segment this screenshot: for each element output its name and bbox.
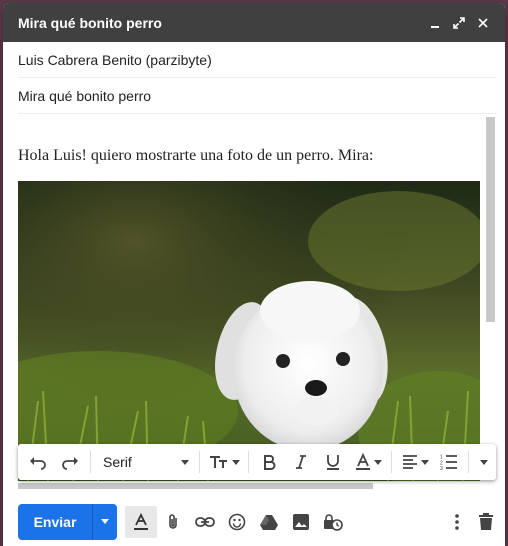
formatting-options-icon[interactable] (125, 505, 157, 538)
font-select-value: Serif (103, 454, 132, 470)
expand-icon[interactable] (447, 11, 471, 35)
chevron-down-icon (420, 459, 429, 465)
photo-icon[interactable] (285, 506, 317, 538)
toolbar-divider (391, 451, 392, 473)
delete-icon[interactable] (471, 506, 501, 538)
horizontal-scrollbar[interactable] (18, 483, 373, 489)
compose-actions-bar: Enviar (3, 497, 505, 546)
undo-icon[interactable] (22, 448, 54, 476)
toolbar-divider (248, 451, 249, 473)
send-options-button[interactable] (92, 503, 117, 540)
italic-icon[interactable] (285, 448, 317, 476)
to-field[interactable]: Luis Cabrera Benito (parzibyte) (18, 42, 497, 78)
chevron-down-icon (231, 459, 240, 465)
message-body[interactable]: Hola Luis! quiero mostrarte una foto de … (3, 115, 505, 489)
drive-icon[interactable] (253, 506, 285, 538)
attach-icon[interactable] (157, 506, 189, 538)
chevron-down-icon (480, 459, 488, 465)
vertical-scrollbar[interactable] (486, 117, 495, 322)
toolbar-divider (199, 451, 200, 473)
toolbar-divider (90, 451, 91, 473)
chevron-down-icon (373, 459, 382, 465)
text-size-icon[interactable] (204, 448, 244, 476)
font-select[interactable]: Serif (95, 448, 195, 476)
dog-photo[interactable] (18, 181, 480, 481)
chevron-down-icon (101, 519, 109, 524)
text-color-icon[interactable] (349, 448, 387, 476)
message-text[interactable]: Hola Luis! quiero mostrarte una foto de … (18, 147, 373, 165)
emoji-icon[interactable] (221, 506, 253, 538)
bold-icon[interactable] (253, 448, 285, 476)
more-options-icon[interactable] (443, 506, 471, 538)
svg-text:3: 3 (440, 466, 443, 470)
close-icon[interactable] (471, 11, 495, 35)
chevron-down-icon (181, 459, 189, 465)
subject-value[interactable]: Mira qué bonito perro (18, 88, 151, 104)
redo-icon[interactable] (54, 448, 86, 476)
formatting-toolbar: Serif 123 (18, 444, 496, 480)
recipient-chip[interactable]: Luis Cabrera Benito (parzibyte) (18, 52, 212, 68)
align-icon[interactable] (396, 448, 434, 476)
more-formatting-icon[interactable] (473, 448, 495, 476)
minimize-icon[interactable] (423, 11, 447, 35)
send-button-group: Enviar (18, 503, 117, 540)
window-title: Mira qué bonito perro (18, 14, 162, 31)
numbered-list-icon[interactable]: 123 (434, 448, 464, 476)
compose-titlebar[interactable]: Mira qué bonito perro (3, 3, 505, 42)
toolbar-divider (468, 451, 469, 473)
subject-field[interactable]: Mira qué bonito perro (18, 78, 497, 114)
send-button[interactable]: Enviar (18, 504, 92, 540)
confidential-icon[interactable] (317, 506, 349, 538)
compose-window: Mira qué bonito perro Luis Cabrera Benit… (3, 3, 505, 546)
underline-icon[interactable] (317, 448, 349, 476)
link-icon[interactable] (189, 506, 221, 538)
